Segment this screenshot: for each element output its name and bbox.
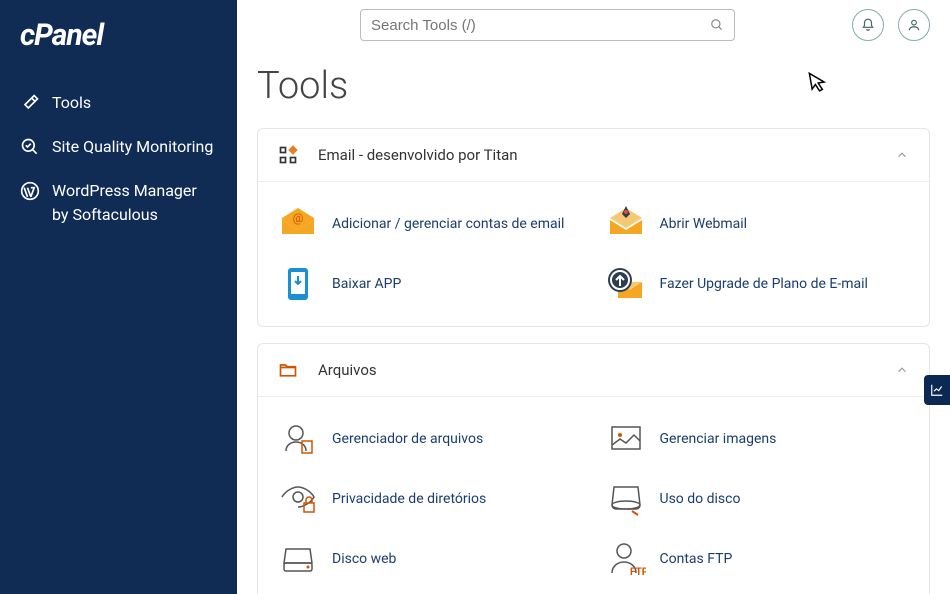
sidebar-item-label: WordPress Manager by Softaculous (52, 179, 217, 227)
section-body: Gerenciador de arquivos Gerenciar imagen… (258, 397, 929, 594)
sidebar-item-site-quality[interactable]: Site Quality Monitoring (20, 125, 217, 169)
section-header-arquivos[interactable]: Arquivos (258, 344, 929, 397)
tool-label: Disco web (332, 551, 396, 567)
side-tab[interactable] (924, 375, 950, 405)
tool-label: Baixar APP (332, 276, 401, 292)
envelope-at-icon: @ (278, 204, 318, 244)
tool-add-email[interactable]: @ Adicionar / gerenciar contas de email (266, 194, 594, 254)
section-arquivos: Arquivos Gerenciador de arquivos Gerenci… (257, 343, 930, 594)
tool-label: Contas FTP (660, 551, 733, 567)
tool-label: Gerenciador de arquivos (332, 431, 483, 447)
drive-icon (278, 539, 318, 579)
tool-label: Uso do disco (660, 491, 741, 507)
sidebar: cPanel Tools Site Quality Monitoring Wor… (0, 0, 237, 594)
chevron-up-icon (895, 148, 909, 162)
svg-text:@: @ (293, 211, 304, 225)
tool-download-app[interactable]: Baixar APP (266, 254, 594, 314)
sidebar-item-tools[interactable]: Tools (20, 81, 217, 125)
ftp-user-icon: FTP (606, 539, 646, 579)
tool-label: Gerenciar imagens (660, 431, 777, 447)
phone-download-icon (278, 264, 318, 304)
brand-text: cPanel (20, 18, 103, 53)
tool-dir-privacy[interactable]: Privacidade de diretórios (266, 469, 594, 529)
chevron-up-icon (895, 363, 909, 377)
section-email: Email - desenvolvido por Titan @ Adicion… (257, 128, 930, 327)
search-input[interactable] (371, 17, 710, 34)
folder-icon (278, 360, 302, 380)
search-wrap (257, 9, 838, 41)
sidebar-item-label: Site Quality Monitoring (52, 135, 213, 159)
bell-icon (861, 18, 875, 32)
header (237, 0, 950, 50)
svg-text:FTP: FTP (630, 567, 646, 578)
search-icon (710, 18, 724, 32)
section-body: @ Adicionar / gerenciar contas de email … (258, 182, 929, 326)
sidebar-item-label: Tools (52, 91, 91, 115)
tool-images[interactable]: Gerenciar imagens (594, 409, 922, 469)
notifications-button[interactable] (852, 9, 884, 41)
grid-dots-icon (278, 145, 302, 165)
envelope-rocket-icon (606, 204, 646, 244)
tool-label: Fazer Upgrade de Plano de E-mail (660, 276, 868, 292)
tool-label: Abrir Webmail (660, 216, 748, 232)
tool-webmail[interactable]: Abrir Webmail (594, 194, 922, 254)
wordpress-icon (20, 181, 44, 201)
chart-icon (930, 383, 944, 397)
tool-disk-usage[interactable]: Uso do disco (594, 469, 922, 529)
section-title: Arquivos (318, 361, 895, 379)
user-icon (907, 18, 921, 32)
tool-label: Privacidade de diretórios (332, 491, 486, 507)
logo: cPanel (20, 18, 217, 53)
tool-file-manager[interactable]: Gerenciador de arquivos (266, 409, 594, 469)
tool-label: Adicionar / gerenciar contas de email (332, 216, 564, 232)
section-header-email[interactable]: Email - desenvolvido por Titan (258, 129, 929, 182)
tool-ftp[interactable]: FTP Contas FTP (594, 529, 922, 589)
search-box[interactable] (360, 9, 735, 41)
user-button[interactable] (898, 9, 930, 41)
eye-lock-icon (278, 479, 318, 519)
section-title: Email - desenvolvido por Titan (318, 146, 895, 164)
image-icon (606, 419, 646, 459)
file-user-icon (278, 419, 318, 459)
envelope-upgrade-icon (606, 264, 646, 304)
magnifier-check-icon (20, 137, 44, 157)
tool-web-disk[interactable]: Disco web (266, 529, 594, 589)
tool-upgrade-email[interactable]: Fazer Upgrade de Plano de E-mail (594, 254, 922, 314)
page-title: Tools (257, 64, 930, 108)
sidebar-item-wordpress[interactable]: WordPress Manager by Softaculous (20, 169, 217, 237)
wrench-icon (20, 93, 44, 113)
disk-icon (606, 479, 646, 519)
main: Tools Email - desenvolvido por Titan @ A… (237, 50, 950, 594)
